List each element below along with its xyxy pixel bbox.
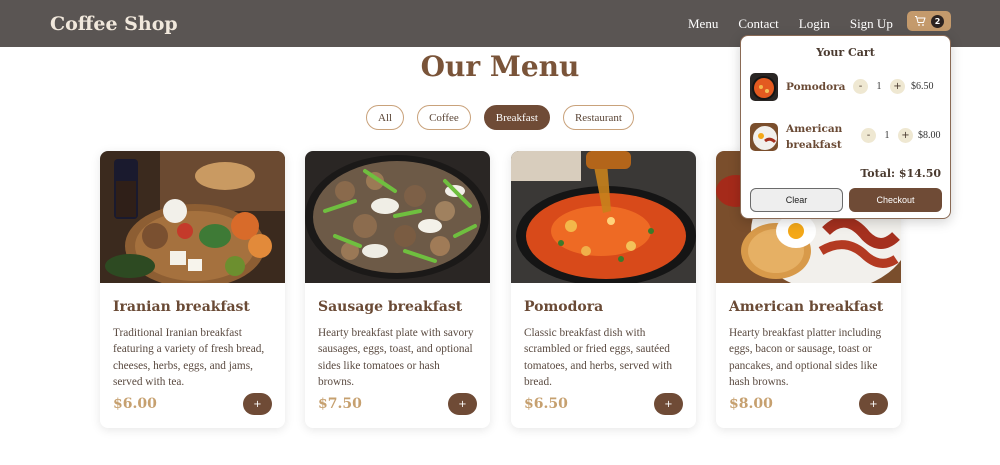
card-title: Pomodora: [524, 299, 604, 315]
menu-card: Pomodora Classic breakfast dish with scr…: [511, 151, 696, 428]
brand-logo[interactable]: Coffee Shop: [50, 13, 178, 35]
increase-quantity-button[interactable]: +: [898, 128, 913, 143]
pomodora-image: [511, 151, 696, 283]
cart-item-name: American breakfast: [786, 123, 843, 151]
nav-link-signup[interactable]: Sign Up: [850, 16, 893, 32]
quantity-value: 1: [884, 130, 890, 141]
card-title: American breakfast: [729, 299, 884, 315]
menu-card: Sausage breakfast Hearty breakfast plate…: [305, 151, 490, 428]
clear-cart-button[interactable]: Clear: [750, 188, 843, 212]
add-to-cart-button[interactable]: +: [243, 393, 272, 415]
iranian-breakfast-image: [100, 151, 285, 283]
quantity-value: 1: [876, 81, 882, 92]
nav-link-login[interactable]: Login: [799, 16, 830, 32]
filter-restaurant[interactable]: Restaurant: [562, 105, 634, 130]
filter-breakfast[interactable]: Breakfast: [483, 105, 550, 130]
cart-item-price: $8.00: [918, 130, 941, 141]
checkout-button[interactable]: Checkout: [849, 188, 942, 212]
add-to-cart-button[interactable]: +: [859, 393, 888, 415]
cart-item-thumbnail: [750, 123, 778, 151]
increase-quantity-button[interactable]: +: [890, 79, 905, 94]
card-title: Sausage breakfast: [318, 299, 463, 315]
card-price: $6.00: [113, 396, 157, 412]
quantity-stepper: - 1 +: [861, 128, 913, 143]
quantity-stepper: - 1 +: [853, 79, 905, 94]
card-description: Hearty breakfast platter including eggs,…: [729, 327, 882, 388]
decrease-quantity-button[interactable]: -: [853, 79, 868, 94]
add-to-cart-button[interactable]: +: [654, 393, 683, 415]
filter-coffee[interactable]: Coffee: [417, 105, 471, 130]
card-description: Traditional Iranian breakfast featuring …: [113, 327, 265, 388]
cart-item-name: Pomodora: [786, 81, 846, 93]
card-title: Iranian breakfast: [113, 299, 250, 315]
cart-item: American breakfast: [750, 121, 942, 153]
card-description: Hearty breakfast plate with savory sausa…: [318, 327, 474, 388]
card-price: $6.50: [524, 396, 568, 412]
cart-title: Your Cart: [816, 46, 875, 59]
cart-item-thumbnail: [750, 73, 778, 101]
add-to-cart-button[interactable]: +: [448, 393, 477, 415]
decrease-quantity-button[interactable]: -: [861, 128, 876, 143]
menu-card: Iranian breakfast Traditional Iranian br…: [100, 151, 285, 428]
cart-button[interactable]: 2: [907, 11, 951, 31]
card-price: $8.00: [729, 396, 773, 412]
cart-count-badge: 2: [931, 14, 944, 28]
nav-link-contact[interactable]: Contact: [738, 16, 778, 32]
cart-item-price: $6.50: [911, 81, 934, 92]
card-description: Classic breakfast dish with scrambled or…: [524, 327, 673, 388]
nav-link-menu[interactable]: Menu: [688, 16, 718, 32]
card-price: $7.50: [318, 396, 362, 412]
sausage-breakfast-image: [305, 151, 490, 283]
cart-dropdown: Your Cart Pomodora - 1 + $6.50 American …: [740, 35, 951, 219]
filter-all[interactable]: All: [366, 105, 405, 130]
cart-total: Total: $14.50: [860, 167, 941, 180]
cart-icon: [915, 16, 926, 26]
